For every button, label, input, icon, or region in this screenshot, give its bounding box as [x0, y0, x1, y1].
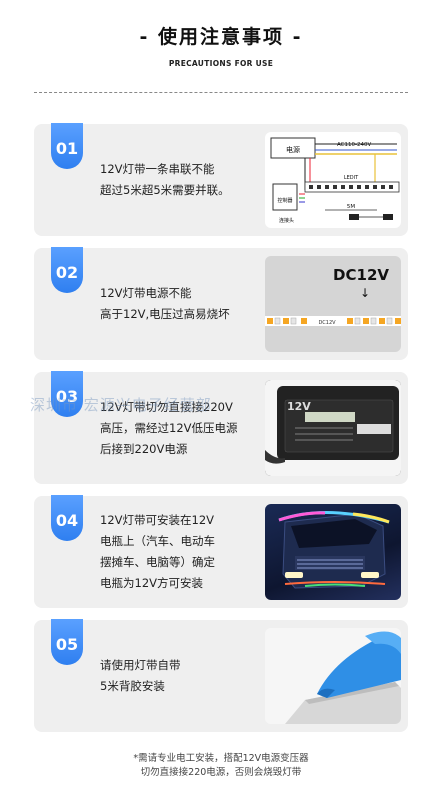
precaution-card-5: 05 请使用灯带自带 5米背胶安装	[34, 619, 408, 732]
card-text: 12V灯带切勿直接接220V 高压，需经过12V低压电源 后接到220V电源	[100, 372, 260, 484]
card-line: 电瓶上（汽车、电动车	[100, 534, 215, 548]
precaution-card-4: 04 12V灯带可安装在12V 电瓶上（汽车、电动车 摆摊车、电脑等）确定 电瓶…	[34, 495, 408, 608]
voltage-label: AC110-240V	[337, 142, 371, 148]
card-line: 5米背胶安装	[100, 679, 165, 693]
card-line: 摆摊车、电脑等）确定	[100, 555, 215, 569]
card-line: 超过5米超5米需要并联。	[100, 183, 230, 197]
power-adapter-image: 12V	[265, 380, 401, 476]
number-badge: 02	[51, 247, 83, 293]
card-line: 12V灯带一条串联不能	[100, 162, 215, 176]
length-label: 5M	[347, 204, 355, 210]
power-adapter-svg	[265, 380, 401, 476]
card-text: 12V灯带电源不能 高于12V,电压过高易烧坏	[100, 248, 260, 360]
wiring-diagram: 电源 AC110-240V 控制器 LEDIT 5M 连接头	[265, 132, 401, 228]
precaution-card-1: 01 12V灯带一条串联不能 超过5米超5米需要并联。 电源 AC110-240…	[34, 123, 408, 236]
precaution-card-3: 03 12V灯带切勿直接接220V 高压，需经过12V低压电源 后接到220V电…	[34, 371, 408, 484]
footer-note: *需请专业电工安装，搭配12V电源变压器 切勿直接接220电源，否则会烧毁灯带	[0, 752, 442, 780]
led-strip-svg: DC12V	[265, 316, 401, 326]
footer-line: *需请专业电工安装，搭配12V电源变压器	[133, 753, 309, 764]
power-label: 电源	[286, 145, 300, 154]
plug-label: 连接头	[279, 217, 294, 224]
card-text: 12V灯带可安装在12V 电瓶上（汽车、电动车 摆摊车、电脑等）确定 电瓶为12…	[100, 496, 260, 608]
adapter-voltage-label: 12V	[287, 400, 311, 413]
number-badge: 01	[51, 123, 83, 169]
truck-svg	[278, 510, 390, 589]
strip-label: LEDIT	[344, 175, 359, 181]
adhesive-tape-svg	[265, 628, 401, 724]
footer-line: 切勿直接接220电源，否则会烧毁灯带	[140, 767, 302, 778]
number-badge: 05	[51, 619, 83, 665]
card-text: 请使用灯带自带 5米背胶安装	[100, 620, 260, 732]
card-line: 12V灯带切勿直接接220V	[100, 399, 233, 414]
adhesive-tape-image	[265, 628, 401, 724]
number-badge: 03	[51, 371, 83, 417]
led-strip-image: DC12V ↓ DC12V	[265, 256, 401, 352]
card-line: 12V灯带电源不能	[100, 286, 192, 300]
wiring-diagram-svg: 电源 AC110-240V 控制器 LEDIT 5M 连接头	[270, 137, 400, 224]
card-line: 电瓶为12V方可安装	[100, 576, 203, 590]
card-line: 12V灯带可安装在12V	[100, 513, 214, 527]
card-line: 后接到220V电源	[100, 441, 188, 456]
page-subtitle: PRECAUTIONS FOR USE	[168, 59, 274, 68]
controller-label: 控制器	[277, 197, 292, 204]
card-text: 12V灯带一条串联不能 超过5米超5米需要并联。	[100, 124, 260, 236]
strip-voltage-label: DC12V	[318, 320, 336, 326]
card-line: 请使用灯带自带	[100, 658, 181, 672]
truck-image	[265, 504, 401, 600]
page-title: - 使用注意事项 -	[139, 26, 303, 48]
header: - 使用注意事项 - PRECAUTIONS FOR USE	[0, 22, 442, 68]
number-badge: 04	[51, 495, 83, 541]
card-line: 高压，需经过12V低压电源	[100, 420, 238, 435]
dashed-divider	[34, 92, 408, 93]
card-line: 高于12V,电压过高易烧坏	[100, 307, 230, 321]
precaution-card-2: 02 12V灯带电源不能 高于12V,电压过高易烧坏 DC12V ↓ DC12V	[34, 247, 408, 360]
